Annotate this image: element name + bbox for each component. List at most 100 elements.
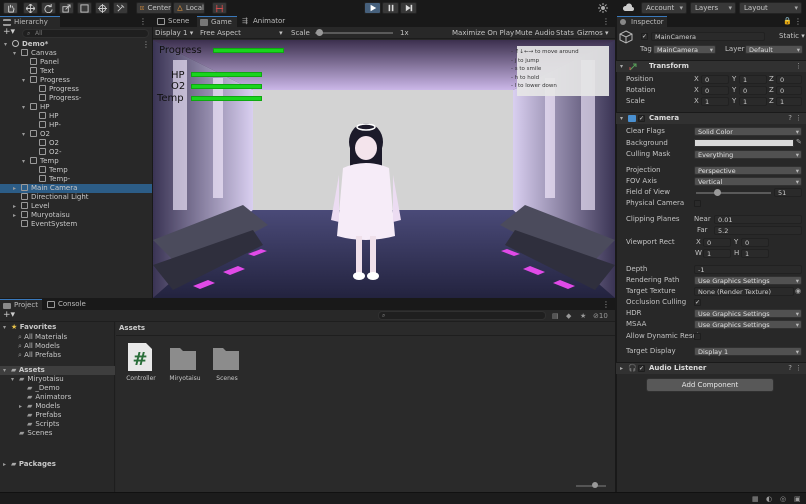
hdr-dropdown[interactable]: Use Graphics Settings [694,309,802,318]
project-folder-item[interactable]: ▰ Prefabs [19,411,61,420]
camera-enabled-checkbox[interactable]: ✓ [638,115,645,122]
assets-root-folder[interactable]: ▾ ▰ Assets [3,366,45,375]
msaa-dropdown[interactable]: Use Graphics Settings [694,320,802,329]
depth-field[interactable]: -1 [694,265,802,274]
play-button[interactable] [364,2,381,14]
scene-menu-icon[interactable]: ⋮ [142,40,150,49]
object-picker-icon[interactable]: ◉ [795,287,801,295]
layout-dropdown[interactable]: Layout [739,2,802,14]
transform-z-field[interactable]: 1 [776,97,802,106]
transform-x-field[interactable]: 0 [701,75,729,84]
expand-arrow-icon[interactable]: ▾ [22,157,30,166]
mute-audio-toggle[interactable]: Mute Audio [515,28,555,38]
background-color-field[interactable] [694,139,794,147]
tab-hierarchy[interactable]: Hierarchy [0,16,60,27]
tab-scene[interactable]: Scene [154,16,196,27]
camera-component-header[interactable]: ▾ ✓ Camera ? ⋮ [616,112,806,124]
viewport-x-field[interactable]: 0 [703,238,731,247]
hierarchy-item[interactable]: O2- [31,148,62,157]
transform-z-field[interactable]: 0 [776,86,802,95]
hierarchy-search-input[interactable]: ⌕ All [22,29,149,38]
help-icon[interactable]: ? [788,113,792,124]
snap-toggle[interactable] [212,2,227,14]
transform-y-field[interactable]: 1 [739,75,767,84]
pivot-toggle[interactable]: Center [136,2,172,14]
fov-slider-handle[interactable] [714,189,721,196]
target-texture-field[interactable]: None (Render Texture) [694,287,794,296]
near-field[interactable]: 0.01 [714,215,802,224]
hierarchy-item[interactable]: ▸ Muryotaisu [13,211,70,220]
hierarchy-item[interactable]: Progress- [31,94,81,103]
create-asset-button[interactable]: +▾ [3,310,15,321]
game-panel-menu-icon[interactable]: ⋮ [602,17,610,26]
packages-folder[interactable]: ▸ ▰ Packages [3,460,56,469]
gizmos-dropdown[interactable]: Gizmos ▾ [577,28,609,38]
favorite-all-models[interactable]: ⌕ All Models [18,342,60,351]
rect-tool-button[interactable] [77,2,92,14]
asset-scenes-folder[interactable]: Scenes [211,342,243,382]
fov-slider[interactable] [696,189,771,196]
hierarchy-item[interactable]: ▾ HP [22,103,50,112]
aspect-dropdown[interactable]: Free Aspect ▾ [200,28,283,38]
hierarchy-item[interactable]: Panel [22,58,59,67]
project-folder-item[interactable]: ▰ Scenes [11,429,52,438]
hierarchy-item[interactable]: ▾ Canvas [13,49,57,58]
hierarchy-item[interactable]: ▾ Demo* [4,40,48,49]
hierarchy-item[interactable]: Directional Light [13,193,89,202]
display-dropdown[interactable]: Display 1 ▾ [155,28,193,38]
favorite-star-icon[interactable]: ★ [580,312,586,320]
hierarchy-item[interactable]: EventSystem [13,220,77,229]
audio-listener-enabled-checkbox[interactable]: ✓ [638,365,645,372]
game-viewport[interactable]: Progress HP O2 Temp - ↑↓←→ to move aroun… [153,40,615,298]
clear-flags-dropdown[interactable]: Solid Color [694,127,802,136]
expand-arrow-icon[interactable]: ▸ [13,202,21,211]
component-menu-icon[interactable]: ⋮ [795,113,802,124]
scale-slider-handle[interactable] [316,29,323,36]
expand-arrow-icon[interactable]: ▾ [22,103,30,112]
icon-size-slider[interactable] [576,482,606,488]
hidden-packages-toggle[interactable]: ⊘10 [593,312,608,320]
transform-x-field[interactable]: 1 [701,97,729,106]
space-toggle[interactable]: Local [173,2,205,14]
project-folder-item[interactable]: ▾ ▰ Miryotaisu [11,375,64,384]
inspector-menu-icon[interactable]: ⋮ [794,17,802,26]
help-icon[interactable]: ? [788,363,792,374]
rendering-path-dropdown[interactable]: Use Graphics Settings [694,276,802,285]
asset-miryotaisu-folder[interactable]: Miryotaisu [168,342,202,382]
add-component-button[interactable]: Add Component [646,378,774,392]
add-object-button[interactable]: +▾ [3,27,15,38]
favorite-all-prefabs[interactable]: ⌕ All Prefabs [18,351,61,360]
culling-mask-dropdown[interactable]: Everything [694,150,802,159]
tab-inspector[interactable]: Inspector [617,16,667,27]
target-display-dropdown[interactable]: Display 1 [694,347,802,356]
step-button[interactable] [400,2,417,14]
component-menu-icon[interactable]: ⋮ [795,363,802,374]
occlusion-culling-checkbox[interactable]: ✓ [694,299,701,306]
expand-arrow-icon[interactable]: ▾ [22,130,30,139]
component-menu-icon[interactable]: ⋮ [795,61,802,72]
viewport-h-field[interactable]: 1 [741,249,769,258]
hierarchy-item[interactable]: HP [31,112,59,121]
scale-slider[interactable] [315,29,393,36]
viewport-y-field[interactable]: 0 [741,238,769,247]
stats-toggle[interactable]: Stats [556,28,574,38]
eyedropper-icon[interactable]: ✎ [796,138,802,146]
maximize-on-play-toggle[interactable]: Maximize On Play [452,28,514,38]
status-icon-c[interactable]: ◎ [780,495,786,503]
status-icon-a[interactable]: ▦ [752,495,759,503]
transform-tool-button[interactable] [95,2,110,14]
favorite-all-materials[interactable]: ⌕ All Materials [18,333,67,342]
projection-dropdown[interactable]: Perspective [694,166,802,175]
hierarchy-item[interactable]: Progress [31,85,79,94]
audio-listener-component-header[interactable]: ▸ 🎧 ✓ Audio Listener ? ⋮ [616,362,806,374]
filter-label-icon[interactable]: ◆ [566,312,571,320]
layer-dropdown[interactable]: Default [745,45,803,54]
project-search-input[interactable]: ⌕ [378,311,546,320]
project-folder-item[interactable]: ▰ Scripts [19,420,59,429]
object-name-field[interactable]: MainCamera [651,32,765,41]
tag-dropdown[interactable]: MainCamera [653,45,716,54]
hierarchy-item[interactable]: ▾ Progress [22,76,70,85]
tab-console[interactable]: Console [44,299,92,310]
asset-controller[interactable]: # Controller [126,342,156,382]
hierarchy-item[interactable]: HP- [31,121,61,130]
